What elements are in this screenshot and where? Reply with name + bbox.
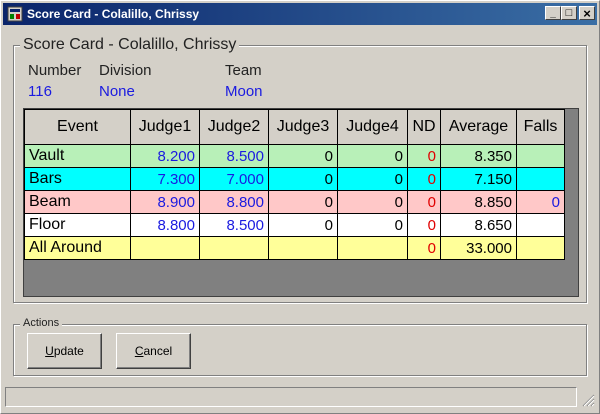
- nd-cell[interactable]: 0: [407, 236, 441, 260]
- nd-cell[interactable]: 0: [407, 190, 441, 214]
- judge2-cell[interactable]: 8.800: [199, 190, 269, 214]
- division-value: None: [99, 83, 135, 100]
- header-judge2[interactable]: Judge2: [199, 109, 269, 145]
- table-row[interactable]: All Around 0 33.000: [24, 236, 565, 260]
- average-cell[interactable]: 7.150: [440, 167, 517, 191]
- event-cell[interactable]: Vault: [24, 144, 131, 168]
- header-event[interactable]: Event: [24, 109, 131, 145]
- scores-grid[interactable]: Event Judge1 Judge2 Judge3 Judge4 ND Ave…: [23, 108, 579, 297]
- scores-table: Event Judge1 Judge2 Judge3 Judge4 ND Ave…: [24, 109, 565, 260]
- average-cell[interactable]: 8.350: [440, 144, 517, 168]
- event-cell[interactable]: Beam: [24, 190, 131, 214]
- judge4-cell[interactable]: 0: [337, 167, 408, 191]
- falls-cell[interactable]: [516, 213, 565, 237]
- judge2-cell[interactable]: [199, 236, 269, 260]
- actions-legend: Actions: [20, 317, 63, 329]
- status-bar: [5, 387, 597, 409]
- status-pane: [5, 387, 577, 407]
- nd-cell[interactable]: 0: [407, 144, 441, 168]
- judge2-cell[interactable]: 8.500: [199, 213, 269, 237]
- average-cell[interactable]: 8.650: [440, 213, 517, 237]
- app-icon: [7, 6, 23, 22]
- judge4-cell[interactable]: [337, 236, 408, 260]
- judge1-cell[interactable]: 7.300: [130, 167, 200, 191]
- update-button-label: Update: [45, 344, 84, 358]
- close-button[interactable]: ×: [579, 6, 595, 21]
- falls-cell[interactable]: 0: [516, 190, 565, 214]
- team-label: Team: [225, 62, 262, 79]
- table-row[interactable]: Beam 8.900 8.800 0 0 0 8.850 0: [24, 190, 565, 214]
- cancel-button-label: Cancel: [134, 344, 173, 358]
- header-falls[interactable]: Falls: [516, 109, 565, 145]
- judge3-cell[interactable]: [268, 236, 338, 260]
- cancel-button[interactable]: Cancel: [116, 333, 191, 369]
- grid-header-row: Event Judge1 Judge2 Judge3 Judge4 ND Ave…: [24, 109, 565, 145]
- score-card-window: Score Card - Colalillo, Chrissy _ □ × Sc…: [0, 0, 600, 414]
- falls-cell[interactable]: [516, 236, 565, 260]
- number-label: Number: [28, 62, 82, 79]
- judge4-cell[interactable]: 0: [337, 213, 408, 237]
- nd-cell[interactable]: 0: [407, 167, 441, 191]
- nd-cell[interactable]: 0: [407, 213, 441, 237]
- average-cell[interactable]: 8.850: [440, 190, 517, 214]
- title-bar[interactable]: Score Card - Colalillo, Chrissy _ □ ×: [3, 3, 597, 25]
- maximize-button[interactable]: □: [561, 6, 577, 20]
- header-judge3[interactable]: Judge3: [268, 109, 338, 145]
- team-value: Moon: [225, 83, 263, 100]
- table-row[interactable]: Bars 7.300 7.000 0 0 0 7.150: [24, 167, 565, 191]
- minimize-button[interactable]: _: [545, 6, 561, 20]
- header-judge4[interactable]: Judge4: [337, 109, 408, 145]
- event-cell[interactable]: Floor: [24, 213, 131, 237]
- judge4-cell[interactable]: 0: [337, 190, 408, 214]
- window-title: Score Card - Colalillo, Chrissy: [27, 7, 200, 21]
- judge3-cell[interactable]: 0: [268, 190, 338, 214]
- judge1-cell[interactable]: 8.200: [130, 144, 200, 168]
- judge2-cell[interactable]: 7.000: [199, 167, 269, 191]
- falls-cell[interactable]: [516, 144, 565, 168]
- table-row[interactable]: Floor 8.800 8.500 0 0 0 8.650: [24, 213, 565, 237]
- event-cell[interactable]: Bars: [24, 167, 131, 191]
- judge4-cell[interactable]: 0: [337, 144, 408, 168]
- resize-grip-icon[interactable]: [581, 393, 595, 407]
- division-label: Division: [99, 62, 152, 79]
- falls-cell[interactable]: [516, 167, 565, 191]
- header-nd[interactable]: ND: [407, 109, 441, 145]
- event-cell[interactable]: All Around: [24, 236, 131, 260]
- judge2-cell[interactable]: 8.500: [199, 144, 269, 168]
- header-average[interactable]: Average: [440, 109, 517, 145]
- score-card-legend: Score Card - Colalillo, Chrissy: [20, 36, 240, 54]
- table-row[interactable]: Vault 8.200 8.500 0 0 0 8.350: [24, 144, 565, 168]
- average-cell[interactable]: 33.000: [440, 236, 517, 260]
- judge3-cell[interactable]: 0: [268, 167, 338, 191]
- judge1-cell[interactable]: [130, 236, 200, 260]
- update-button[interactable]: Update: [27, 333, 102, 369]
- judge1-cell[interactable]: 8.800: [130, 213, 200, 237]
- judge3-cell[interactable]: 0: [268, 144, 338, 168]
- header-judge1[interactable]: Judge1: [130, 109, 200, 145]
- judge1-cell[interactable]: 8.900: [130, 190, 200, 214]
- number-value: 116: [28, 83, 52, 100]
- judge3-cell[interactable]: 0: [268, 213, 338, 237]
